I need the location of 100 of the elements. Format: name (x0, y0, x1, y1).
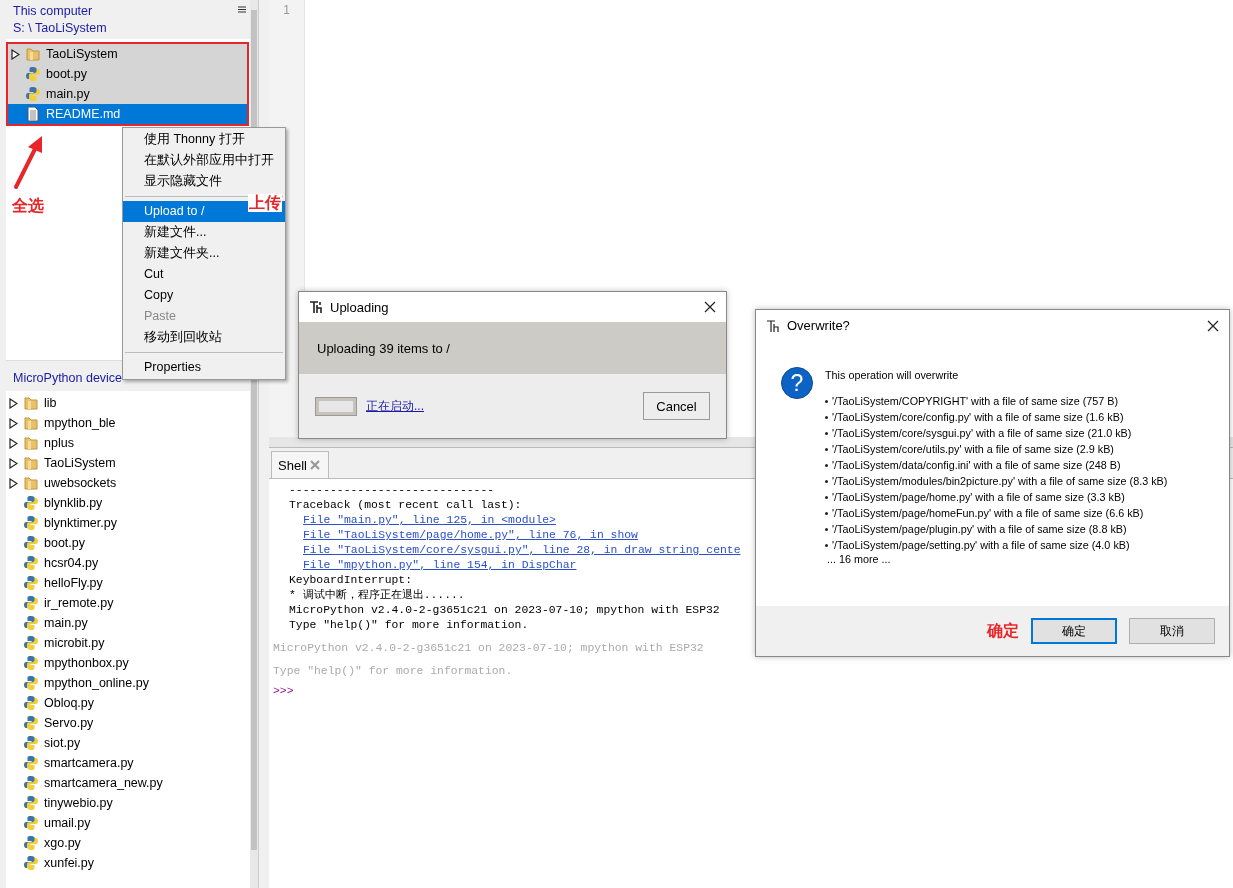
python-icon (23, 535, 39, 551)
file-row[interactable]: uwebsockets (6, 473, 250, 493)
expand-triangle-icon[interactable] (11, 48, 22, 60)
file-name: uwebsockets (44, 476, 117, 490)
bullet-icon (825, 431, 828, 435)
file-row[interactable]: Obloq.py (6, 693, 250, 713)
python-icon (23, 795, 39, 811)
file-row[interactable]: TaoLiSystem (6, 453, 250, 473)
file-row[interactable]: umail.py (6, 813, 250, 833)
file-name: README.md (46, 107, 121, 121)
dialog-button[interactable]: 确定 (1031, 618, 1117, 644)
python-icon (23, 495, 39, 511)
file-row[interactable]: TaoLiSystem (8, 44, 247, 64)
file-row[interactable]: hcsr04.py (6, 553, 250, 573)
dialog-message: Uploading 39 items to / (317, 340, 450, 356)
console-line: KeyboardInterrupt: (288, 573, 413, 588)
file-row[interactable]: blynktimer.py (6, 513, 250, 533)
python-icon (23, 695, 39, 711)
python-icon (23, 655, 39, 671)
file-name: smartcamera.py (44, 756, 134, 770)
file-name: Servo.py (44, 716, 94, 730)
menu-item[interactable]: 使用 Thonny 打开 (123, 129, 285, 150)
menu-item[interactable]: 移动到回收站 (123, 327, 285, 348)
shell-tab[interactable]: Shell (271, 451, 329, 478)
file-name: Obloq.py (44, 696, 95, 710)
shell-prompt: >>> (273, 684, 294, 699)
traceback-link[interactable]: File "mpython.py", line 154, in DispChar (303, 559, 577, 571)
folder-icon (23, 395, 39, 411)
cancel-button[interactable]: Cancel (643, 392, 710, 420)
file-row[interactable]: helloFly.py (6, 573, 250, 593)
file-name: mpythonbox.py (44, 656, 129, 670)
bullet-icon (825, 447, 828, 451)
python-icon (23, 615, 39, 631)
menu-item[interactable]: 显示隐藏文件 (123, 171, 285, 192)
python-icon (23, 715, 39, 731)
expand-triangle-icon[interactable] (9, 477, 20, 489)
file-name: lib (44, 396, 57, 410)
folder-path[interactable]: S: \ TaoLiSystem (13, 20, 107, 37)
python-icon (23, 575, 39, 591)
menu-item[interactable]: 新建文件夹... (123, 243, 285, 264)
traceback-link[interactable]: File "TaoLiSystem/core/sysgui.py", line 28, in draw string cente (303, 544, 741, 556)
file-row[interactable]: ir_remote.py (6, 593, 250, 613)
file-row[interactable]: Servo.py (6, 713, 250, 733)
file-name: xgo.py (44, 836, 81, 850)
traceback-link[interactable]: File "TaoLiSystem/page/home.py", line 76, in show (303, 529, 638, 541)
file-row[interactable]: blynklib.py (6, 493, 250, 513)
file-row[interactable]: nplus (6, 433, 250, 453)
document-icon (25, 106, 41, 122)
status-link[interactable]: 正在启动... (366, 397, 424, 415)
console-line: * 调试中断，程序正在退出...... (288, 588, 465, 603)
menu-item[interactable]: Copy (123, 285, 285, 306)
app-logo-icon (309, 300, 323, 314)
console-line: Type "help()" for more information. (273, 664, 513, 679)
file-name: hcsr04.py (44, 556, 99, 570)
expand-triangle-icon[interactable] (9, 437, 20, 449)
file-row[interactable]: smartcamera_new.py (6, 773, 250, 793)
expand-triangle-icon[interactable] (9, 417, 20, 429)
file-row[interactable]: xunfei.py (6, 853, 250, 873)
file-name: TaoLiSystem (46, 47, 118, 61)
file-row[interactable]: mpython_online.py (6, 673, 250, 693)
file-row[interactable]: siot.py (6, 733, 250, 753)
menu-item[interactable]: Properties (123, 357, 285, 378)
file-entry: '/TaoLiSystem/page/setting.py' with a file of same size (4.0 kB) (832, 539, 1130, 551)
file-name: mpython_ble (44, 416, 116, 430)
file-row[interactable]: tinywebio.py (6, 793, 250, 813)
file-name: main.py (46, 87, 90, 101)
file-row[interactable]: mpython_ble (6, 413, 250, 433)
dialog-button[interactable]: 取消 (1129, 618, 1215, 644)
file-row[interactable]: smartcamera.py (6, 753, 250, 773)
file-row[interactable]: microbit.py (6, 633, 250, 653)
file-row[interactable]: xgo.py (6, 833, 250, 853)
menu-icon[interactable] (238, 6, 246, 13)
python-icon (23, 735, 39, 751)
file-entry: '/TaoLiSystem/page/plugin.py' with a file of same size (8.8 kB) (832, 523, 1127, 535)
file-entry: '/TaoLiSystem/core/utils.py' with a file of same size (2.9 kB) (832, 443, 1114, 455)
menu-item[interactable]: 在默认外部应用中打开 (123, 150, 285, 171)
close-icon[interactable] (704, 301, 716, 313)
menu-item[interactable]: Cut (123, 264, 285, 285)
bullet-icon (825, 511, 828, 515)
close-icon[interactable] (1207, 319, 1219, 332)
file-row[interactable]: boot.py (8, 64, 247, 84)
menu-item[interactable]: 新建文件... (123, 222, 285, 243)
file-row[interactable]: README.md (8, 104, 247, 124)
panel-title: MicroPython device (13, 371, 123, 385)
file-row[interactable]: main.py (6, 613, 250, 633)
file-row[interactable]: lib (6, 393, 250, 413)
expand-triangle-icon[interactable] (9, 457, 20, 469)
python-icon (23, 755, 39, 771)
dialog-message: This operation will overwrite (825, 369, 960, 381)
bullet-icon (825, 463, 828, 467)
file-name: microbit.py (44, 636, 105, 650)
file-row[interactable]: boot.py (6, 533, 250, 553)
file-row[interactable]: main.py (8, 84, 247, 104)
folder-icon (25, 46, 41, 62)
file-entry: '/TaoLiSystem/COPYRIGHT' with a file of same size (757 B) (832, 395, 1119, 407)
file-name: tinywebio.py (44, 796, 113, 810)
expand-triangle-icon[interactable] (9, 397, 20, 409)
file-row[interactable]: mpythonbox.py (6, 653, 250, 673)
file-name: mpython_online.py (44, 676, 149, 690)
traceback-link[interactable]: File "main.py", line 125, in <module> (303, 514, 556, 526)
